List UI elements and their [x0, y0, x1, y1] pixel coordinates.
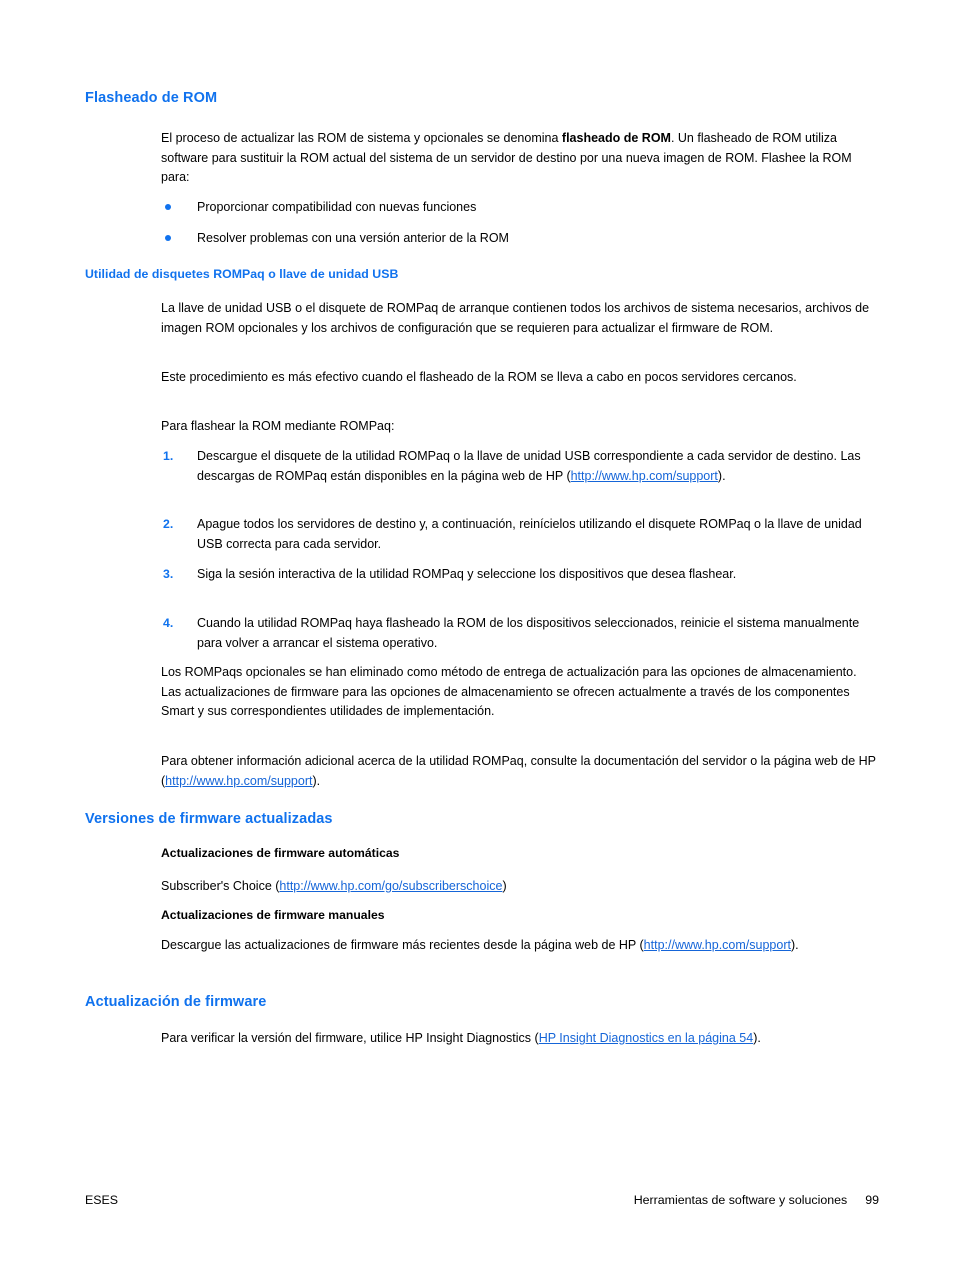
list-number: 1.: [163, 449, 174, 463]
bold-run-flasheado-de-rom: flasheado de ROM: [561, 131, 671, 145]
numbered-list-item-1: 1. Descargue el disquete de la utilidad …: [161, 447, 879, 486]
paragraph-rompaq-5: Para obtener información adicional acerc…: [161, 752, 879, 791]
link-subscriberschoice[interactable]: http://www.hp.com/go/subscriberschoice: [279, 879, 502, 893]
paragraph-rompaq-4: Los ROMPaqs opcionales se han eliminado …: [161, 665, 857, 719]
list-number: 2.: [163, 517, 174, 531]
list-item-label: Apague todos los servidores de destino y…: [197, 517, 862, 551]
heading-flasheado-de-rom: Flasheado de ROM: [85, 90, 218, 106]
list-item-label: Resolver problemas con una versión anter…: [197, 231, 509, 245]
list-item-label: Siga la sesión interactiva de la utilida…: [197, 567, 737, 581]
numbered-list-item-2: 2. Apague todos los servidores de destin…: [161, 515, 879, 554]
heading-actualizaciones-manuales: Actualizaciones de firmware manuales: [161, 908, 385, 922]
paragraph-subscribers-choice: Subscriber's Choice (http://www.hp.com/g…: [161, 877, 879, 897]
paragraph-descargue-actualizaciones: Descargue las actualizaciones de firmwar…: [161, 936, 879, 956]
link-hp-support[interactable]: http://www.hp.com/support: [644, 938, 791, 952]
page-footer: ESES Herramientas de software y solucion…: [0, 1193, 954, 1213]
text-run: Subscriber's Choice (: [161, 879, 280, 893]
text-run: ).: [753, 1031, 761, 1045]
bullet-icon: [165, 204, 171, 210]
paragraph-flasheado-intro: El proceso de actualizar las ROM de sist…: [161, 129, 879, 188]
list-item-label: Proporcionar compatibilidad con nuevas f…: [197, 200, 477, 214]
text-run: ): [502, 879, 507, 893]
list-number: 3.: [163, 567, 174, 581]
text-run: El proceso de actualizar las ROM de sist…: [161, 131, 562, 145]
text-run: ).: [790, 938, 799, 952]
heading-utilidad-disquetes-rompaq: Utilidad de disquetes ROMPaq o llave de …: [85, 267, 399, 281]
footer-right-group: Herramientas de software y soluciones 99: [634, 1193, 879, 1207]
link-hp-support[interactable]: http://www.hp.com/support: [165, 774, 312, 788]
list-item: Resolver problemas con una versión anter…: [161, 229, 879, 249]
heading-versiones-firmware-actualizadas: Versiones de firmware actualizadas: [85, 811, 333, 827]
footer-page-number: 99: [865, 1193, 879, 1207]
numbered-list-item-3: 3. Siga la sesión interactiva de la util…: [161, 565, 879, 585]
text-run: ).: [717, 468, 726, 483]
bullet-icon: [165, 235, 171, 241]
heading-actualizacion-de-firmware: Actualización de firmware: [85, 994, 267, 1010]
text-run: Descargue las actualizaciones de firmwar…: [161, 938, 644, 952]
document-page: Flasheado de ROM El proceso de actualiza…: [0, 0, 954, 1270]
list-number: 4.: [163, 616, 174, 630]
text-run: ).: [312, 773, 321, 788]
list-item: Proporcionar compatibilidad con nuevas f…: [161, 198, 879, 218]
link-hp-insight-diagnostics[interactable]: HP Insight Diagnostics en la página 54: [539, 1031, 754, 1045]
link-hp-support[interactable]: http://www.hp.com/support: [571, 469, 718, 483]
paragraph-rompaq-1: La llave de unidad USB o el disquete de …: [161, 301, 870, 335]
list-item-label: Cuando la utilidad ROMPaq haya flasheado…: [197, 616, 860, 650]
text-run: Descargue el disquete de la utilidad ROM…: [197, 449, 861, 483]
footer-language-code: ESES: [85, 1193, 119, 1207]
paragraph-rompaq-3: Para flashear la ROM mediante ROMPaq:: [161, 419, 395, 433]
paragraph-verificar-version-firmware: Para verificar la versión del firmware, …: [161, 1029, 816, 1049]
paragraph-rompaq-2: Este procedimiento es más efectivo cuand…: [161, 370, 797, 384]
footer-section-title: Herramientas de software y soluciones: [633, 1193, 848, 1207]
list-item-label: Descargue el disquete de la utilidad ROM…: [197, 447, 879, 486]
numbered-list-item-4: 4. Cuando la utilidad ROMPaq haya flashe…: [161, 614, 879, 653]
text-run: Para verificar la versión del firmware, …: [161, 1031, 539, 1045]
heading-actualizaciones-automaticas: Actualizaciones de firmware automáticas: [161, 846, 400, 860]
